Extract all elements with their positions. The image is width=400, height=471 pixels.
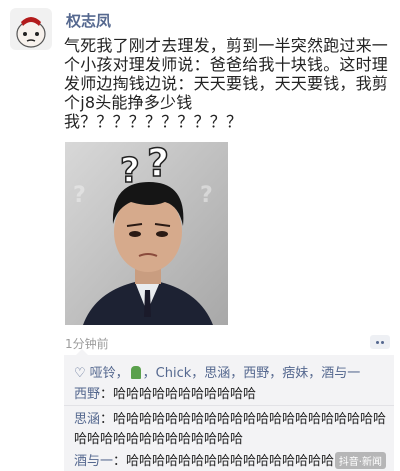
more-actions-button[interactable] <box>370 335 390 349</box>
moments-post: 权志凤 气死我了刚才去理发，剪到一半突然跑过来一 个小孩对理发师说：爸爸给我十块… <box>0 0 400 471</box>
post-photo[interactable]: ? ? ? ? <box>65 142 228 325</box>
divider <box>64 405 394 406</box>
heart-icon: ♡ <box>74 366 86 381</box>
comment-text: ：哈哈哈哈哈哈哈哈哈哈哈哈哈哈哈哈哈哈哈哈哈哈哈哈哈哈哈哈哈哈哈哈哈哈 <box>74 412 387 447</box>
post-text-line: 个j8头能挣多少钱 <box>64 93 193 112</box>
comment-text: ：哈哈哈哈哈哈哈哈哈哈哈哈哈哈哈哈 <box>113 454 335 469</box>
author-name[interactable]: 权志凤 <box>66 10 111 31</box>
cartoon-face-icon <box>16 17 46 48</box>
post-text-line: 发师边掏钱边说：天天要钱，天天要钱，我剪 <box>64 74 389 93</box>
panel-notch <box>76 349 88 355</box>
svg-text:?: ? <box>200 183 213 208</box>
comment-partial: ：哈哈哈哈哈哈哈哈哈哈哈 <box>100 387 257 402</box>
likes-list: ♡ 哑铃， ，Chick，思涵，西野，痞妹，酒与一 西野：哈哈哈哈哈哈哈哈哈哈哈 <box>74 363 390 405</box>
post-text-line: 个小孩对理发师说：爸爸给我十块钱。这时理 <box>64 55 389 74</box>
svg-text:?: ? <box>147 142 169 185</box>
dot-icon <box>376 340 379 344</box>
liker[interactable]: 哑铃， <box>90 366 129 381</box>
comment-author[interactable]: 思涵 <box>74 412 100 427</box>
svg-text:?: ? <box>120 151 140 191</box>
cactus-icon <box>130 366 141 379</box>
liker[interactable]: ，Chick，思涵 <box>143 366 231 381</box>
comment-author[interactable]: 酒与一 <box>74 454 113 469</box>
post-text-line: 我？？？？？？？？？？ <box>64 112 243 131</box>
post-text: 气死我了刚才去理发，剪到一半突然跑过来一 个小孩对理发师说：爸爸给我十块钱。这时… <box>64 36 389 131</box>
confused-man-image: ? ? ? ? <box>65 142 228 325</box>
watermark: 抖音·新闻 <box>334 452 386 469</box>
post-text-line: 气死我了刚才去理发，剪到一半突然跑过来一 <box>64 36 389 55</box>
svg-text:?: ? <box>73 183 86 208</box>
liker[interactable]: 西野 <box>74 387 100 402</box>
liker[interactable]: ，痞妹，酒与一 <box>269 366 360 381</box>
comment-item[interactable]: 思涵：哈哈哈哈哈哈哈哈哈哈哈哈哈哈哈哈哈哈哈哈哈哈哈哈哈哈哈哈哈哈哈哈哈哈 <box>74 410 390 450</box>
dot-icon <box>381 340 384 344</box>
liker[interactable]: ，西野 <box>230 366 269 381</box>
author-avatar[interactable] <box>10 8 52 50</box>
